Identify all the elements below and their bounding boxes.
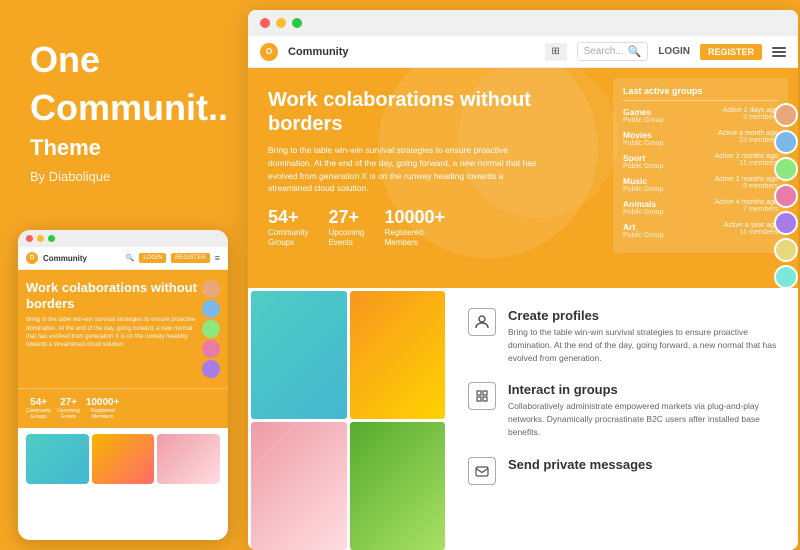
mobile-login-btn[interactable]: LOGIN [139,253,166,263]
title-one: One [30,40,215,80]
mobile-img-1 [26,434,89,484]
mobile-search-icon[interactable]: 🔍 [126,254,135,262]
mobile-hero-title: Work colaborations without borders [26,280,198,311]
hero-stat-3: 10000+ RegisteredMembers [384,207,445,249]
gallery-img-2 [350,291,446,419]
feature-create-profiles-title: Create profiles [508,308,778,323]
create-profiles-icon [468,308,496,336]
hero-stat-1: 54+ CommunityGroups [268,207,308,249]
mobile-img-2 [92,434,155,484]
send-messages-icon [468,457,496,485]
title-community: Communit.. [30,88,215,128]
feature-create-profiles-desc: Bring to the table win-win survival stra… [508,326,778,364]
gallery-img-4 [350,422,446,550]
group-item-animals: Animals Public Group Active 4 months ago… [623,199,778,216]
mobile-logo-text: Community [43,254,121,263]
bottom-section: Create profiles Bring to the table win-w… [248,288,798,550]
mobile-avatar-5 [202,360,220,378]
mobile-top-bar [18,230,228,247]
mobile-stat-2: 27+ UpcomingEvents [57,397,80,420]
side-avatar-5 [774,211,798,235]
mobile-avatar-4 [202,340,220,358]
mobile-mockup: O Community 🔍 LOGIN REGISTER ≡ Work cola… [18,230,228,540]
by-label: By Diabolique [30,169,215,184]
hero-section: Work colaborations without borders Bring… [248,68,798,288]
search-placeholder: Search... [584,46,624,57]
hamburger-icon[interactable] [772,47,786,57]
mobile-stats: 54+ CommunityGroups 27+ UpcomingEvents 1… [18,388,228,428]
side-avatar-3 [774,157,798,181]
search-icon[interactable]: 🔍 [628,45,642,58]
hero-desc: Bring to the table win-win survival stra… [268,144,548,195]
nav-grid-icon[interactable]: ⊞ [545,43,567,61]
hero-content: Work colaborations without borders Bring… [268,88,548,249]
side-avatar-4 [774,184,798,208]
features-column: Create profiles Bring to the table win-w… [448,288,798,550]
feature-send-messages-title: Send private messages [508,457,653,472]
mobile-stat-1: 54+ CommunityGroups [26,397,51,420]
browser-dot-green [292,18,302,28]
mobile-nav: O Community 🔍 LOGIN REGISTER ≡ [18,247,228,270]
mobile-hero-desc: Bring to the table win-win survival stra… [26,316,198,350]
side-avatar-1 [774,103,798,127]
theme-label: Theme [30,135,215,161]
side-avatars [774,103,798,288]
images-column [248,288,448,550]
browser-dot-yellow [276,18,286,28]
side-avatar-2 [774,130,798,154]
browser-top-bar [248,10,798,36]
group-item-games: Games Public Group Active 2 days ago 3 m… [623,107,778,124]
interact-groups-icon [468,382,496,410]
mobile-images [18,428,228,490]
nav-search-bar[interactable]: Search... 🔍 [577,42,649,61]
nav-logo-text: Community [288,46,349,58]
feature-interact-groups-title: Interact in groups [508,382,778,397]
mobile-register-btn[interactable]: REGISTER [171,253,210,263]
feature-interact-groups: Interact in groups Collaboratively admin… [468,382,778,438]
gallery-img-1 [251,291,347,419]
gallery-img-3 [251,422,347,550]
mobile-avatar-3 [202,320,220,338]
mobile-hamburger-icon[interactable]: ≡ [215,253,220,263]
feature-send-messages-text: Send private messages [508,457,653,475]
hero-stat-2: 27+ UpcomingEvents [328,207,364,249]
hero-title: Work colaborations without borders [268,88,548,136]
nav-logo-circle: O [260,43,278,61]
feature-interact-groups-text: Interact in groups Collaboratively admin… [508,382,778,438]
mobile-logo-circle: O [26,252,38,264]
nav-login-btn[interactable]: LOGIN [658,46,690,57]
group-item-sport: Sport Public Group Active 3 months ago 1… [623,153,778,170]
side-avatar-7 [774,265,798,288]
mobile-stat-3: 10000+ RegisteredMembers [86,397,120,420]
mobile-dot-red [26,235,33,242]
group-item-music: Music Public Group Active 3 months ago 9… [623,176,778,193]
group-item-movies: Movies Public Group Active a month ago 1… [623,130,778,147]
groups-panel: Last active groups Games Public Group Ac… [613,78,788,253]
feature-create-profiles-text: Create profiles Bring to the table win-w… [508,308,778,364]
browser-nav: O Community ⊞ Search... 🔍 LOGIN REGISTER [248,36,798,68]
mobile-hero: Work colaborations without borders Bring… [18,270,228,388]
feature-interact-groups-desc: Collaboratively administrate empowered m… [508,400,778,438]
mobile-dot-green [48,235,55,242]
nav-register-btn[interactable]: REGISTER [700,44,762,60]
mobile-dot-yellow [37,235,44,242]
mobile-avatar-1 [202,280,220,298]
group-item-art: Art Public Group Active a year ago 11 me… [623,222,778,239]
app-title: One Communit.. [30,40,215,127]
side-avatar-6 [774,238,798,262]
feature-send-messages: Send private messages [468,457,778,485]
feature-create-profiles: Create profiles Bring to the table win-w… [468,308,778,364]
browser-window: O Community ⊞ Search... 🔍 LOGIN REGISTER… [248,10,798,550]
browser-dot-red [260,18,270,28]
mobile-img-3 [157,434,220,484]
hero-stats: 54+ CommunityGroups 27+ UpcomingEvents 1… [268,207,548,249]
groups-title: Last active groups [623,86,778,101]
mobile-avatar-2 [202,300,220,318]
